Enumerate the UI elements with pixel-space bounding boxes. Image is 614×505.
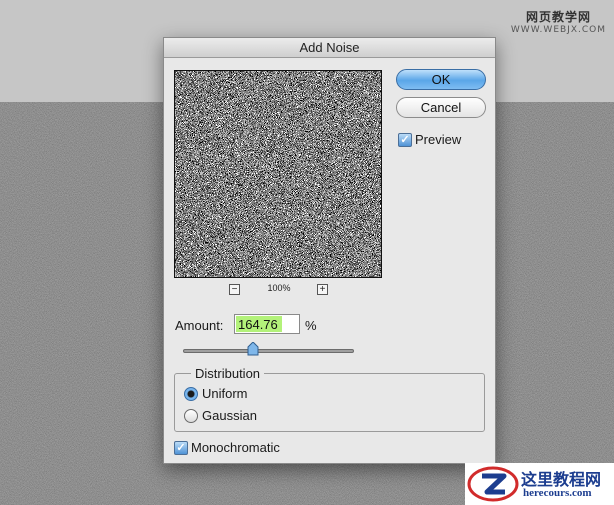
filter-preview[interactable]	[174, 70, 382, 278]
zoom-level: 100%	[267, 283, 291, 293]
watermark-top: 网页教学网 WWW.WEBJX.COM	[511, 8, 606, 35]
radio-uniform[interactable]	[184, 387, 198, 401]
monochromatic-label: Monochromatic	[191, 440, 280, 455]
check-icon: ✓	[176, 442, 186, 454]
ok-button[interactable]: OK	[396, 69, 486, 90]
dialog-title: Add Noise	[164, 38, 495, 58]
add-noise-dialog: Add Noise − 100% + OK Cancel ✓ Preview A…	[163, 37, 496, 464]
watermark-top-line1: 网页教学网	[525, 10, 591, 24]
uniform-label: Uniform	[202, 386, 248, 401]
zoom-in-button[interactable]: +	[317, 284, 328, 295]
watermark-bottom-line2: herecours.com	[523, 487, 592, 499]
distribution-label: Distribution	[191, 366, 265, 381]
zoom-out-button[interactable]: −	[229, 284, 240, 295]
slider-thumb-icon[interactable]	[247, 342, 259, 356]
check-icon: ✓	[400, 134, 410, 146]
monochromatic-checkbox[interactable]: ✓	[174, 441, 188, 455]
gaussian-label: Gaussian	[202, 408, 257, 423]
watermark-bottom: 这里教程网 herecours.com	[465, 463, 614, 505]
radio-gaussian[interactable]	[184, 409, 198, 423]
preview-label: Preview	[415, 132, 462, 147]
watermark-top-line2: WWW.WEBJX.COM	[510, 25, 606, 35]
preview-noise-image	[175, 71, 381, 277]
site-logo-icon	[467, 466, 519, 502]
preview-checkbox[interactable]: ✓	[398, 133, 412, 147]
amount-value: 164.76	[238, 317, 278, 332]
cancel-button[interactable]: Cancel	[396, 97, 486, 118]
amount-slider[interactable]	[183, 342, 354, 356]
amount-unit: %	[305, 318, 317, 333]
amount-label: Amount:	[175, 318, 224, 333]
distribution-group: Distribution Uniform Gaussian	[174, 366, 485, 432]
